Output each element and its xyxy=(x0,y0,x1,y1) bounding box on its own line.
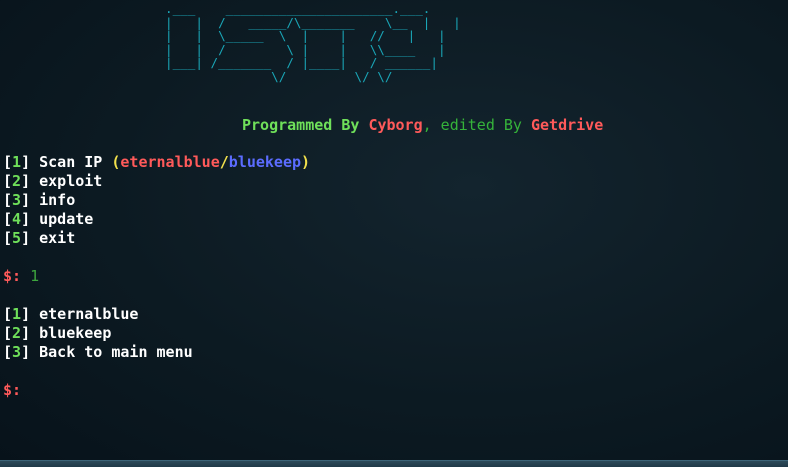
menu-item-exit: [5] exit xyxy=(3,229,76,247)
ascii-banner: .___ ______________________.___. | | / _… xyxy=(165,1,461,84)
menu-item-update: [4] update xyxy=(3,210,94,228)
active-prompt-line[interactable]: $: xyxy=(3,381,21,400)
prompt-line-first: $: 1 xyxy=(3,267,39,286)
submenu-item-bluekeep: [2] bluekeep xyxy=(3,324,112,342)
prompt-input-value: 1 xyxy=(30,267,40,285)
submenu-item-eternalblue: [1] eternalblue xyxy=(3,305,139,323)
programmed-by-text: Programmed By xyxy=(242,116,369,134)
submenu-item-back: [3] Back to main menu xyxy=(3,343,193,361)
option-bluekeep: bluekeep xyxy=(228,153,302,171)
menu-item-exploit: [2] exploit xyxy=(3,172,103,190)
prompt-symbol: $: xyxy=(3,267,22,285)
editor-name: Getdrive xyxy=(531,116,604,134)
credits-line: Programmed By Cyborg, edited By Getdrive xyxy=(242,116,603,134)
terminal-window[interactable]: .___ ______________________.___. | | / _… xyxy=(0,0,788,460)
option-eternalblue: eternalblue xyxy=(120,153,220,171)
menu-item-info: [3] info xyxy=(3,191,76,209)
menu-item-scan-ip: [1] Scan IP (eternalblue/bluekeep) xyxy=(3,153,311,171)
author-name: Cyborg xyxy=(368,116,423,134)
terminal-bottom-bar xyxy=(0,460,788,467)
active-prompt-symbol: $: xyxy=(3,381,22,399)
edited-by-text: , edited By xyxy=(422,116,531,134)
